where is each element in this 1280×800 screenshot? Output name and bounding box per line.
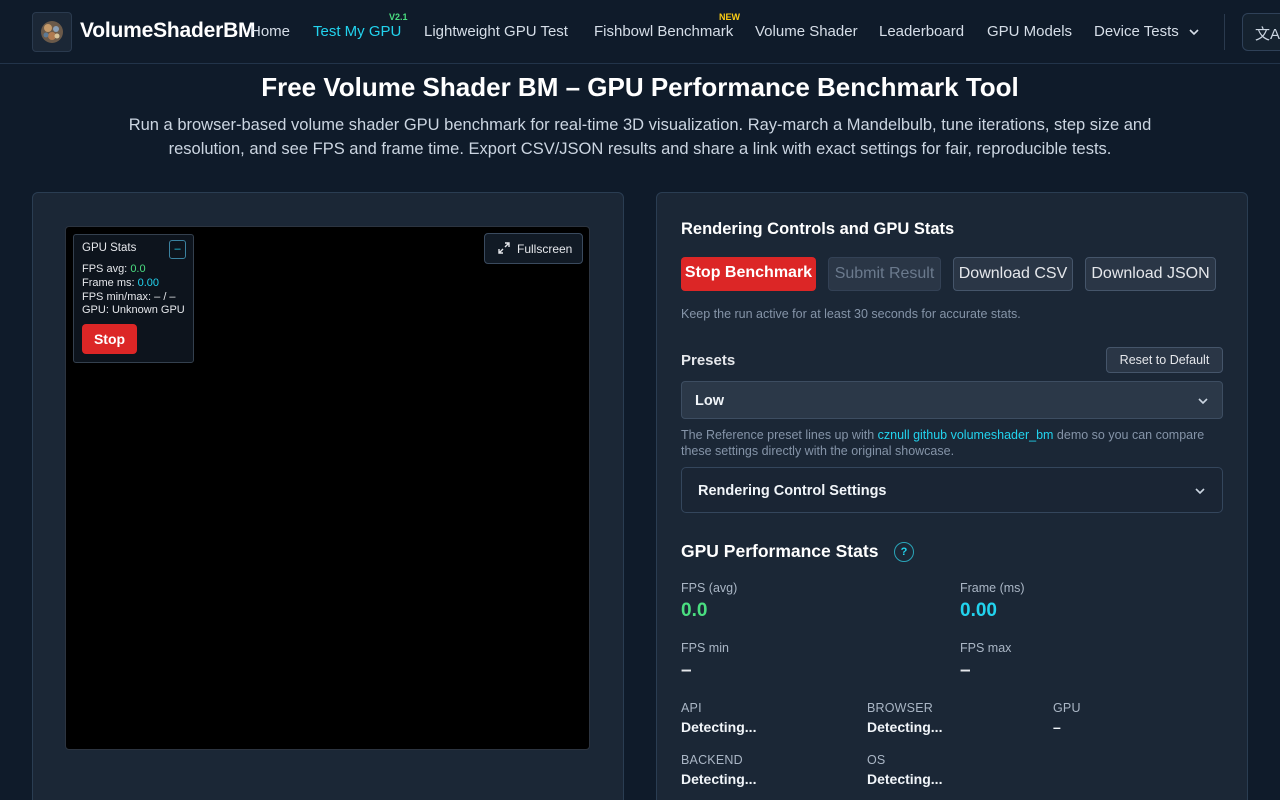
overlay-fps-avg: FPS avg: 0.0 (82, 263, 146, 275)
nav-test-my-gpu[interactable]: Test My GPU (313, 23, 401, 40)
overlay-fps-avg-label: FPS avg: (82, 263, 128, 275)
frame-ms-label: Frame (ms) (960, 581, 1025, 595)
fps-max-label: FPS max (960, 641, 1012, 655)
nav-divider (1224, 14, 1225, 50)
download-csv-button[interactable]: Download CSV (953, 257, 1073, 291)
minimize-button[interactable]: – (169, 240, 186, 259)
overlay-fps-minmax: FPS min/max: – / – (82, 291, 176, 303)
api-label: API (681, 701, 702, 715)
nav-device-tests-label: Device Tests (1094, 23, 1179, 40)
nav-gpu-models[interactable]: GPU Models (987, 23, 1072, 40)
overlay-gpu-value: Unknown GPU (111, 304, 185, 316)
overlay-frame-ms: Frame ms: 0.00 (82, 277, 159, 289)
cznull-github-link[interactable]: cznull github volumeshader_bm (878, 428, 1054, 442)
overlay-fps-minmax-value: – / – (154, 291, 176, 303)
nav-lightweight-gpu-test[interactable]: Lightweight GPU Test (424, 23, 568, 40)
preset-select[interactable]: Low (681, 381, 1223, 419)
nav-home[interactable]: Home (250, 23, 290, 40)
gpu-label: GPU (1053, 701, 1081, 715)
fullscreen-label: Fullscreen (517, 242, 573, 256)
overlay-fps-minmax-label: FPS min/max: (82, 291, 152, 303)
os-value: Detecting... (867, 771, 943, 787)
gpu-stats-overlay: GPU Stats – FPS avg: 0.0 Frame ms: 0.00 … (73, 234, 194, 363)
nav-device-tests[interactable]: Device Tests (1094, 23, 1200, 40)
fps-avg-value: 0.0 (681, 600, 708, 621)
version-badge: V2.1 (389, 12, 408, 22)
run-hint: Keep the run active for at least 30 seco… (681, 307, 1021, 321)
controls-title: Rendering Controls and GPU Stats (681, 220, 955, 238)
overlay-fps-avg-value: 0.0 (130, 263, 146, 275)
preset-select-value: Low (695, 393, 724, 409)
chevron-down-icon (1189, 29, 1199, 36)
gpu-value: – (1053, 719, 1061, 735)
help-icon[interactable]: ? (894, 542, 914, 562)
language-button[interactable]: 文A (1242, 13, 1280, 51)
presets-label: Presets (681, 352, 736, 369)
overlay-title: GPU Stats (82, 242, 137, 254)
reference-note: The Reference preset lines up with cznul… (681, 427, 1226, 459)
reference-note-text: The Reference preset lines up with (681, 428, 878, 442)
download-json-button[interactable]: Download JSON (1085, 257, 1216, 291)
backend-value: Detecting... (681, 771, 757, 787)
os-label: OS (867, 753, 886, 767)
nav-leaderboard[interactable]: Leaderboard (879, 23, 964, 40)
api-value: Detecting... (681, 719, 757, 735)
overlay-gpu-label: GPU: (82, 304, 109, 316)
fps-min-label: FPS min (681, 641, 729, 655)
reset-to-default-button[interactable]: Reset to Default (1106, 347, 1223, 373)
chevron-down-icon (1195, 488, 1205, 495)
logo-icon[interactable] (32, 12, 72, 52)
overlay-stop-button[interactable]: Stop (82, 324, 137, 354)
overlay-gpu: GPU: Unknown GPU (82, 304, 185, 316)
frame-ms-value: 0.00 (960, 600, 997, 621)
top-navigation: VolumeShaderBM Home Test My GPU V2.1 Lig… (0, 0, 1280, 64)
rendering-control-settings-toggle[interactable]: Rendering Control Settings (681, 467, 1223, 513)
page-description: Run a browser-based volume shader GPU be… (128, 116, 1152, 158)
stop-benchmark-button[interactable]: Stop Benchmark (681, 257, 816, 291)
nav-volume-shader[interactable]: Volume Shader (755, 23, 858, 40)
overlay-frame-ms-value: 0.00 (137, 277, 160, 289)
performance-stats-title: GPU Performance Stats (681, 541, 879, 561)
brand-name[interactable]: VolumeShaderBM (80, 19, 256, 43)
backend-label: BACKEND (681, 753, 743, 767)
nav-fishbowl-benchmark[interactable]: Fishbowl Benchmark (594, 23, 733, 40)
fps-min-value: – (681, 660, 692, 681)
translate-icon: 文A (1255, 26, 1280, 43)
page-title: Free Volume Shader BM – GPU Performance … (261, 72, 1019, 102)
fps-max-value: – (960, 660, 971, 681)
submit-result-button[interactable]: Submit Result (828, 257, 941, 291)
chevron-down-icon (1198, 398, 1208, 405)
fps-avg-label: FPS (avg) (681, 581, 738, 595)
expand-icon (498, 242, 510, 254)
fullscreen-button[interactable]: Fullscreen (484, 233, 583, 264)
new-badge: NEW (719, 12, 740, 22)
overlay-frame-ms-label: Frame ms: (82, 277, 135, 289)
browser-label: BROWSER (867, 701, 933, 715)
browser-value: Detecting... (867, 719, 943, 735)
rendering-control-settings-label: Rendering Control Settings (698, 483, 887, 499)
